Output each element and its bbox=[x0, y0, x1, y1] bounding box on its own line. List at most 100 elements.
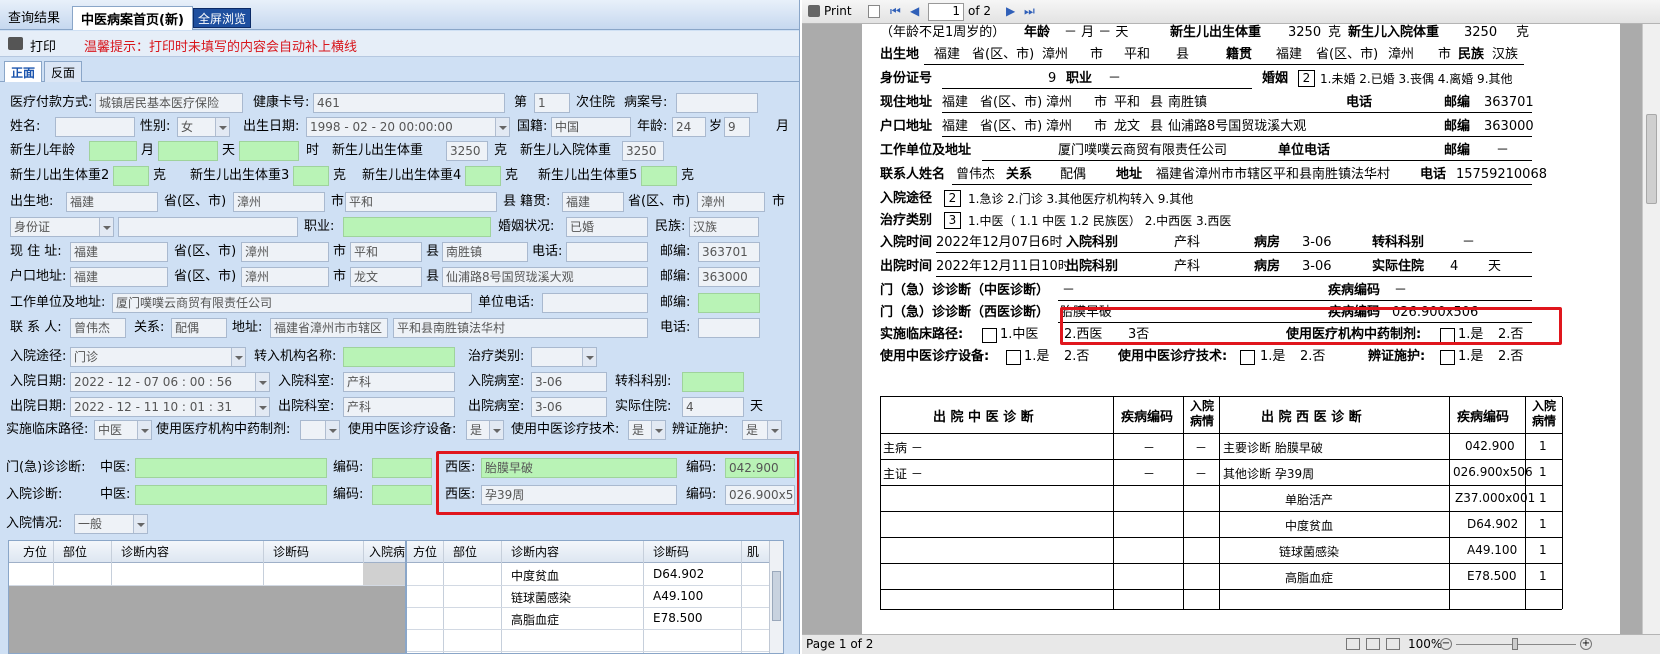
visit-count-field[interactable]: 1 bbox=[534, 93, 570, 113]
sex-select[interactable]: 女 bbox=[177, 117, 230, 137]
tech-select[interactable]: 是 bbox=[628, 420, 666, 440]
chevron-down-icon[interactable] bbox=[137, 421, 151, 439]
chevron-down-icon[interactable] bbox=[231, 348, 245, 366]
grid-cell-code[interactable]: A49.100 bbox=[653, 589, 703, 603]
birth-city-field[interactable]: 漳州 bbox=[233, 192, 325, 212]
path-select[interactable]: 中医 bbox=[94, 420, 152, 440]
herb-select[interactable] bbox=[300, 420, 340, 440]
work-field[interactable]: 厦门噗噗云商贸有限责任公司 bbox=[112, 293, 472, 313]
printer-icon[interactable] bbox=[8, 37, 23, 50]
addr-city-field[interactable]: 漳州 bbox=[241, 242, 329, 262]
preview-print-button[interactable]: Print bbox=[824, 4, 852, 18]
chevron-down-icon[interactable] bbox=[582, 348, 596, 366]
in-dept-field[interactable]: 产科 bbox=[343, 372, 455, 392]
view-wide-icon[interactable] bbox=[1386, 638, 1400, 650]
hukou-county-field[interactable]: 龙文 bbox=[350, 267, 422, 287]
zoom-in-icon[interactable]: + bbox=[1580, 638, 1592, 650]
prev-page-icon[interactable]: ◀ bbox=[910, 4, 919, 18]
er-tcm-code-field[interactable] bbox=[372, 458, 432, 478]
pay-field[interactable]: 城镇居民基本医疗保险 bbox=[95, 93, 243, 113]
post-field[interactable]: 363701 bbox=[698, 242, 760, 262]
printer-icon[interactable] bbox=[808, 5, 820, 17]
hukou-street-field[interactable]: 仙浦路8号国贸珑溪大观 bbox=[442, 267, 648, 287]
view-single-icon[interactable] bbox=[1346, 638, 1360, 650]
export-icon[interactable] bbox=[868, 5, 880, 18]
tab-tcm-record[interactable]: 中医病案首页(新) bbox=[72, 6, 193, 30]
nb-bw4-field[interactable] bbox=[465, 166, 501, 186]
nb-month-field[interactable] bbox=[89, 141, 137, 161]
grid-cell[interactable] bbox=[363, 563, 405, 585]
in-date-field[interactable]: 2022 - 12 - 07 06 : 00 : 56 bbox=[70, 372, 270, 392]
spin-icon[interactable] bbox=[255, 373, 269, 391]
nb-in-field[interactable]: 3250 bbox=[622, 141, 664, 161]
tel-field[interactable] bbox=[566, 242, 648, 262]
chevron-down-icon[interactable] bbox=[651, 421, 665, 439]
in-tcm-field[interactable] bbox=[135, 485, 327, 505]
first-page-icon[interactable]: ⏮ bbox=[890, 4, 901, 19]
in-ward-field[interactable]: 3-06 bbox=[531, 372, 607, 392]
hukou-city-field[interactable]: 漳州 bbox=[241, 267, 329, 287]
nb-day-field[interactable] bbox=[158, 141, 218, 161]
chevron-down-icon[interactable] bbox=[325, 421, 339, 439]
syndrome-select[interactable]: 是 bbox=[742, 420, 782, 440]
out-date-field[interactable]: 2022 - 12 - 11 10 : 01 : 31 bbox=[70, 397, 270, 417]
age-month-field[interactable]: 9 bbox=[724, 117, 750, 137]
chevron-down-icon[interactable] bbox=[767, 421, 781, 439]
addr-town-field[interactable]: 南胜镇 bbox=[442, 242, 528, 262]
scroll-thumb[interactable] bbox=[1646, 114, 1657, 204]
fullscreen-button[interactable]: 全屏浏览 bbox=[193, 8, 252, 28]
caddr-field-1[interactable]: 福建省漳州市市辖区 bbox=[270, 318, 388, 338]
transfer-field[interactable] bbox=[343, 347, 455, 367]
hukou-post-field[interactable]: 363000 bbox=[698, 267, 760, 287]
route-select[interactable]: 门诊 bbox=[70, 347, 246, 367]
print-button[interactable]: 打印 bbox=[30, 36, 56, 55]
chevron-down-icon[interactable] bbox=[495, 118, 509, 136]
addr-prov-field[interactable]: 福建 bbox=[70, 242, 168, 262]
nb-bw3-field[interactable] bbox=[293, 166, 329, 186]
last-page-icon[interactable]: ⏭ bbox=[1024, 4, 1035, 19]
job-field[interactable] bbox=[343, 217, 491, 237]
id-type-select[interactable]: 身份证 bbox=[10, 217, 114, 237]
chevron-down-icon[interactable] bbox=[99, 218, 113, 236]
nb-bw2-field[interactable] bbox=[113, 166, 149, 186]
chevron-down-icon[interactable] bbox=[489, 421, 503, 439]
grid-scrollbar[interactable] bbox=[769, 541, 783, 653]
birth-date-field[interactable]: 1998 - 02 - 20 00:00:00 bbox=[306, 117, 510, 137]
nation-field[interactable]: 中国 bbox=[551, 117, 631, 137]
case-no-field[interactable] bbox=[676, 93, 758, 113]
grid-cell-code[interactable]: D64.902 bbox=[653, 567, 704, 581]
zoom-slider-thumb[interactable] bbox=[1512, 638, 1518, 650]
equip-select[interactable]: 是 bbox=[466, 420, 504, 440]
out-dept-field[interactable]: 产科 bbox=[343, 397, 455, 417]
chevron-down-icon[interactable] bbox=[215, 118, 229, 136]
age-field[interactable]: 24 bbox=[672, 117, 706, 137]
er-tcm-field[interactable] bbox=[135, 458, 327, 478]
chevron-down-icon[interactable] bbox=[133, 515, 147, 533]
preview-scrollbar[interactable] bbox=[1642, 24, 1660, 634]
next-page-icon[interactable]: ▶ bbox=[1006, 4, 1015, 18]
work-post-field[interactable] bbox=[698, 293, 760, 313]
out-ward-field[interactable]: 3-06 bbox=[531, 397, 607, 417]
hukou-prov-field[interactable]: 福建 bbox=[70, 267, 168, 287]
rel-field[interactable]: 配偶 bbox=[171, 318, 227, 338]
contact-field[interactable]: 曾伟杰 bbox=[70, 318, 126, 338]
card-field[interactable]: 461 bbox=[313, 93, 505, 113]
nb-bw-field[interactable]: 3250 bbox=[446, 141, 488, 161]
view-multi-icon[interactable] bbox=[1366, 638, 1380, 650]
native-prov-field[interactable]: 福建 bbox=[562, 192, 624, 212]
ethnic-field[interactable]: 汉族 bbox=[689, 217, 759, 237]
tab-front[interactable]: 正面 bbox=[4, 61, 43, 82]
in-tcm-code-field[interactable] bbox=[372, 485, 432, 505]
name-field[interactable] bbox=[55, 117, 135, 137]
birth-county-field[interactable]: 平和 bbox=[345, 192, 497, 212]
caddr-field-2[interactable]: 平和县南胜镇法华村 bbox=[393, 318, 648, 338]
addr-county-field[interactable]: 平和 bbox=[350, 242, 422, 262]
grid-cell-diag[interactable]: 链球菌感染 bbox=[511, 589, 571, 606]
scroll-thumb[interactable] bbox=[772, 571, 781, 621]
ctel-field[interactable] bbox=[698, 318, 760, 338]
cond-select[interactable]: 一般 bbox=[74, 514, 148, 534]
treat-select[interactable] bbox=[531, 347, 597, 367]
marry-field[interactable]: 已婚 bbox=[566, 217, 648, 237]
tab-back[interactable]: 反面 bbox=[44, 61, 83, 82]
grid-cell-diag[interactable]: 高脂血症 bbox=[511, 611, 559, 628]
